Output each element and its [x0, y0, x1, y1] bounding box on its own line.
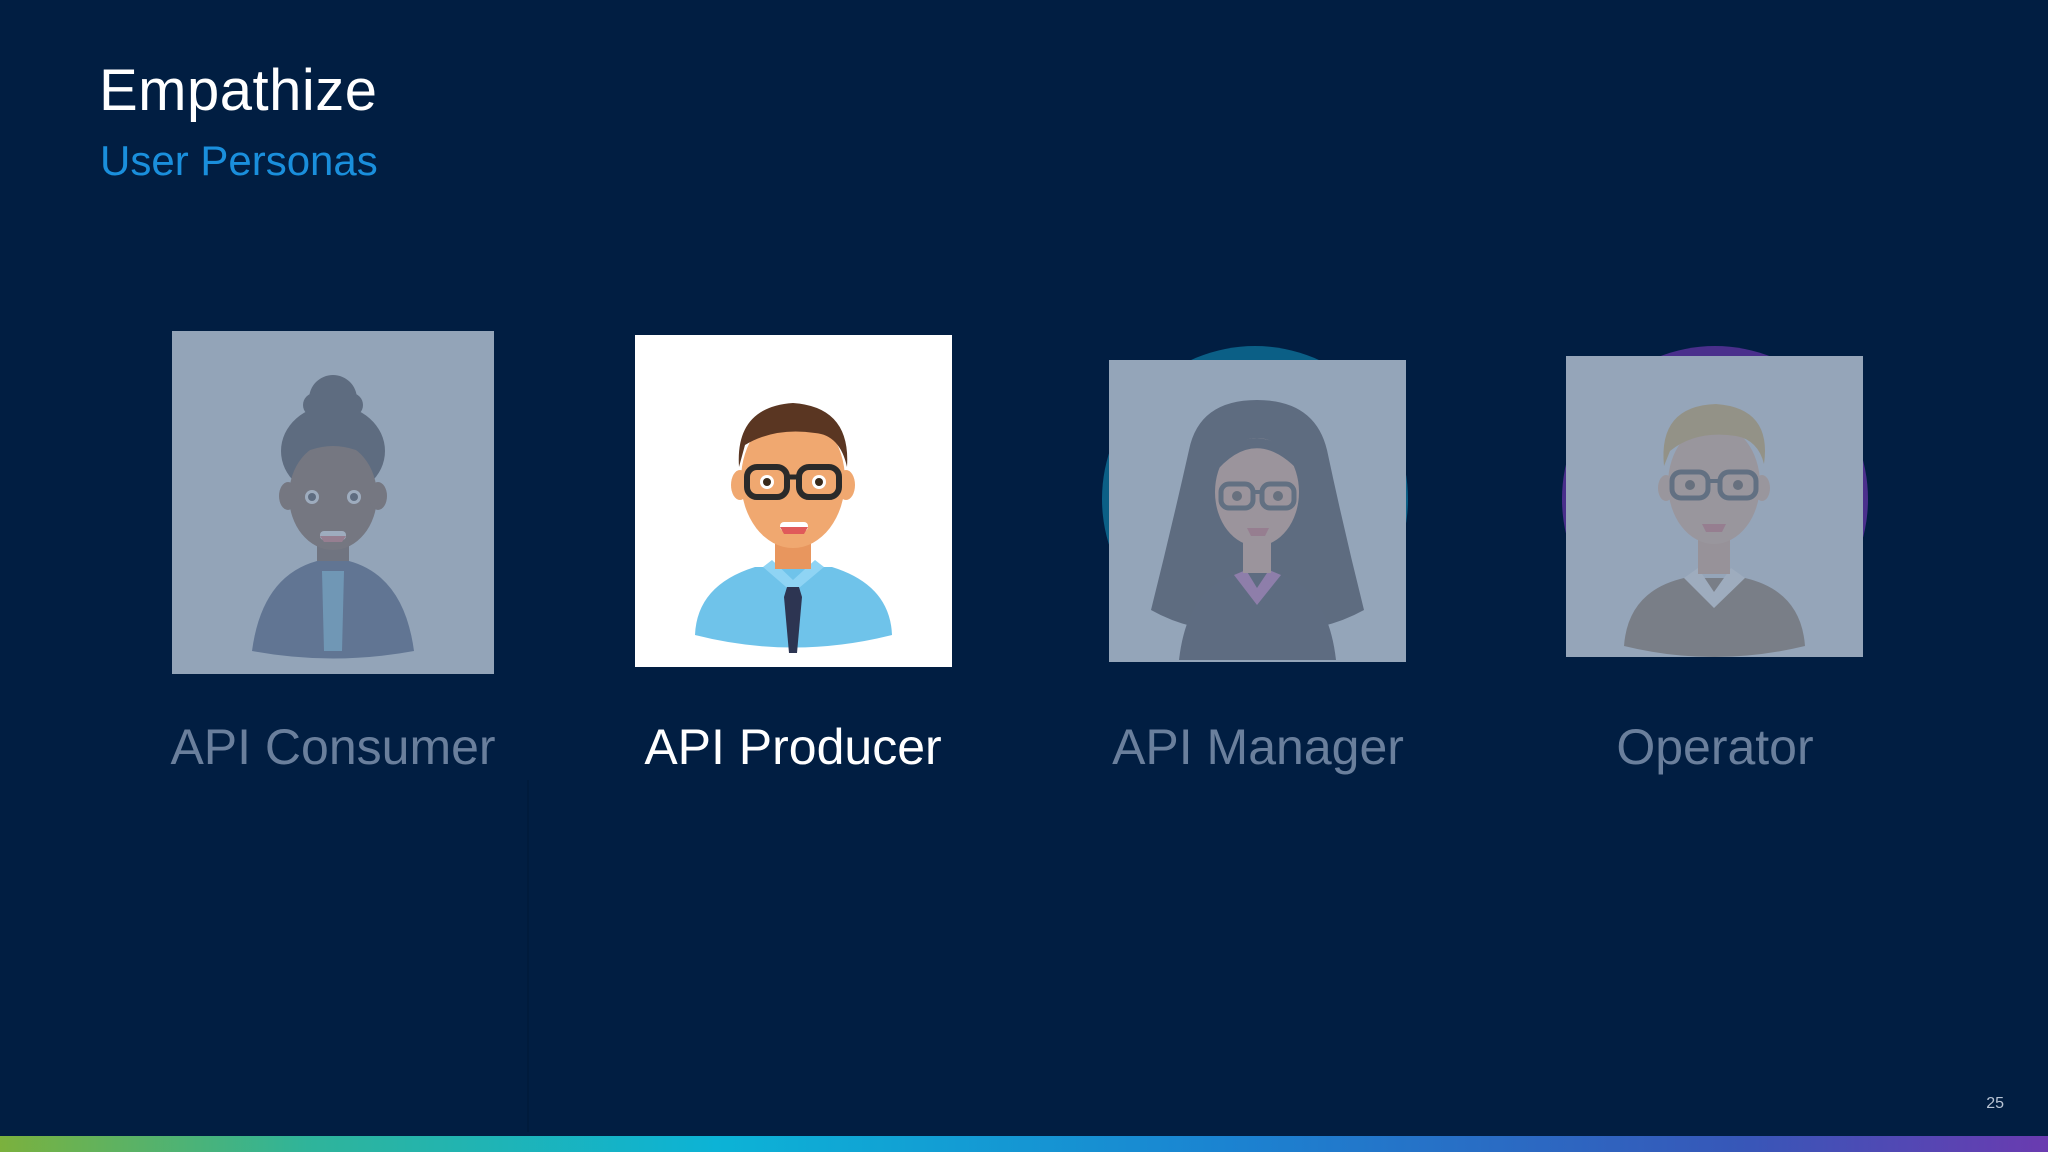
api-consumer-portrait — [172, 331, 494, 674]
persona-label-api-producer: API Producer — [644, 719, 942, 775]
dim-overlay — [1566, 356, 1863, 657]
persona-label-api-manager: API Manager — [1112, 719, 1404, 775]
slide-subtitle: User Personas — [100, 137, 378, 184]
persona-label-api-consumer: API Consumer — [170, 719, 496, 775]
persona-label-operator: Operator — [1616, 719, 1814, 775]
dim-overlay — [172, 331, 494, 674]
slide-title: Empathize — [99, 58, 378, 123]
operator-portrait — [1566, 356, 1863, 657]
dim-overlay — [1109, 360, 1406, 662]
api-manager-portrait — [1109, 360, 1406, 662]
divider — [527, 780, 529, 1132]
man-glasses-avatar-icon — [635, 335, 952, 667]
brand-gradient-bar — [0, 1136, 2048, 1152]
page-number: 25 — [1986, 1095, 2004, 1112]
api-producer-portrait — [635, 335, 952, 667]
slide: Empathize User Personas API Consumer API… — [0, 0, 2048, 1152]
